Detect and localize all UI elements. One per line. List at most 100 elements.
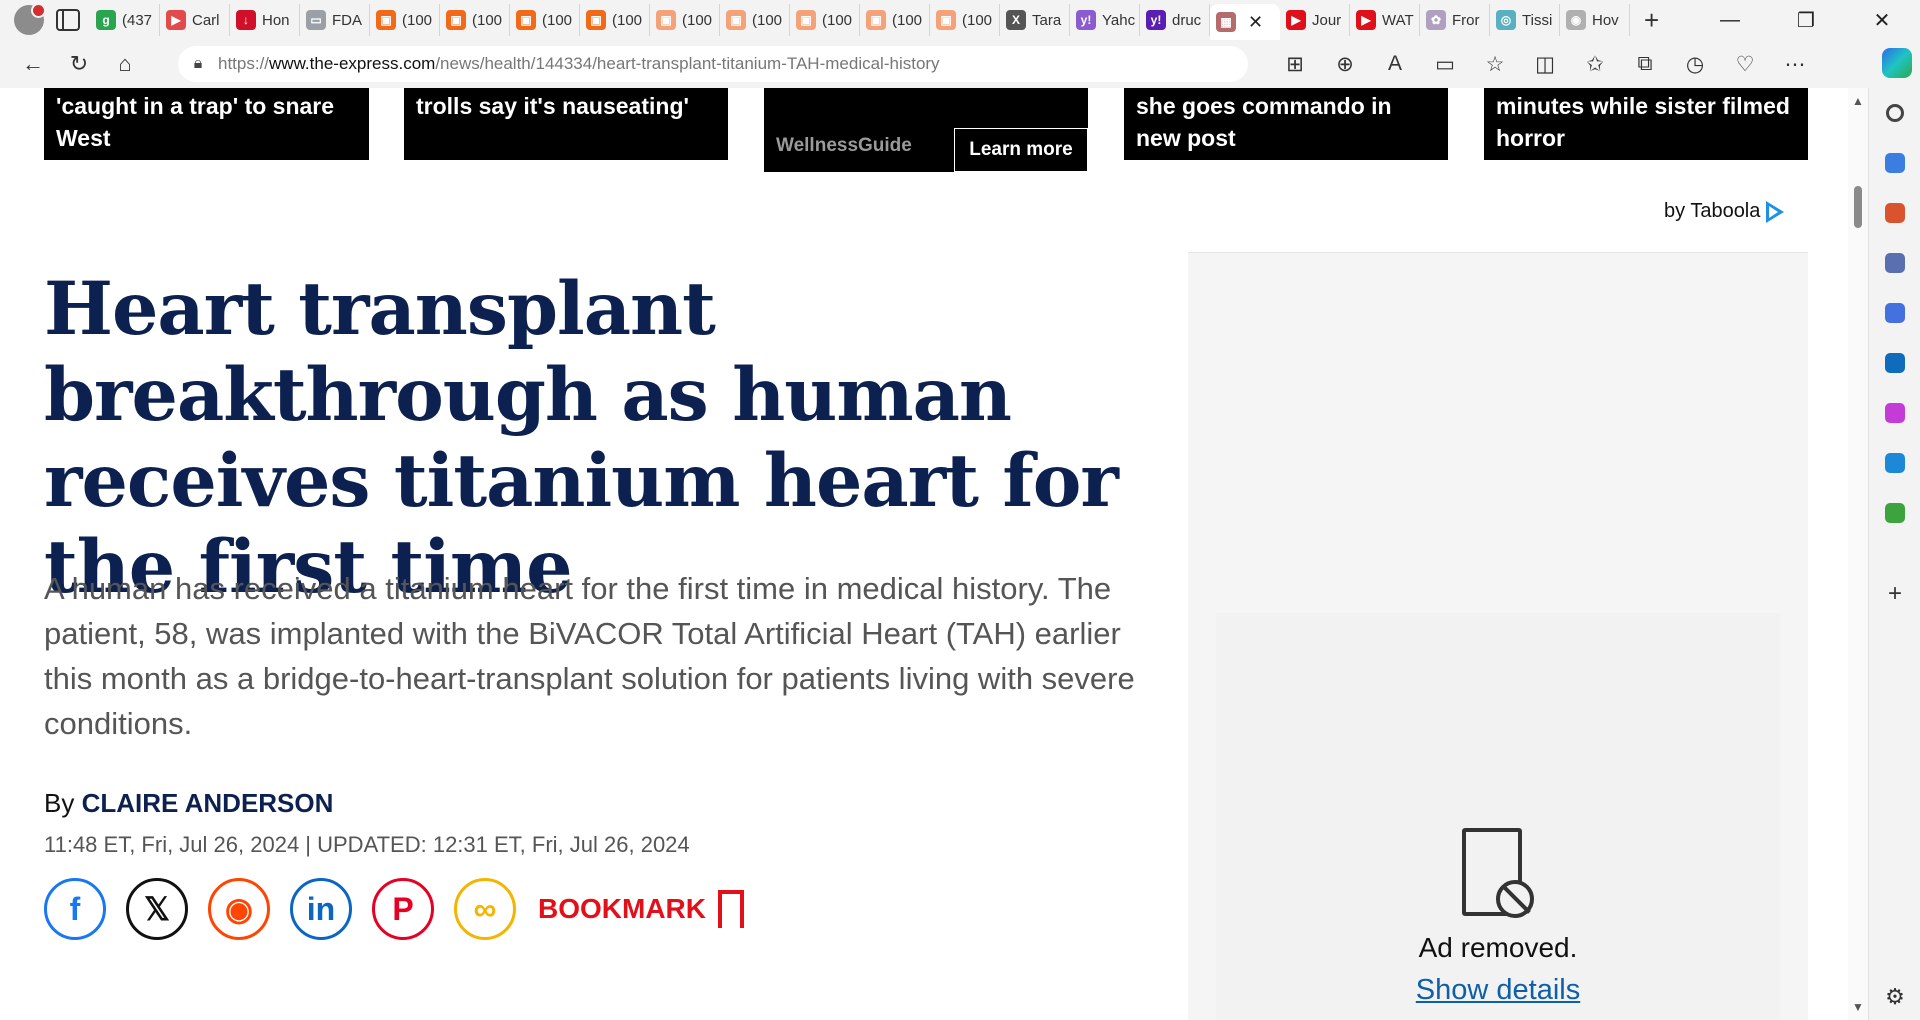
taboola-label[interactable]: by Taboola (1664, 200, 1760, 223)
tab-title[interactable]: FDA (332, 12, 362, 29)
promo-title[interactable]: 'caught in a trap' to snare West (56, 93, 334, 151)
promo-title[interactable]: trolls say it's nauseating' (416, 93, 689, 119)
browser-tab[interactable]: ▣ (100 (440, 4, 510, 36)
tab-title[interactable]: (100 (962, 12, 992, 29)
add-sidebar-app-icon[interactable]: + (1869, 580, 1920, 608)
taboola-attribution[interactable]: by Taboola (1664, 200, 1785, 223)
designer-icon[interactable] (1869, 388, 1920, 438)
telegram-icon[interactable] (1869, 438, 1920, 488)
tab-title[interactable]: druc (1172, 12, 1201, 29)
lock-icon[interactable]: 🔒︎ (178, 55, 218, 73)
tab-title[interactable]: Tissi (1522, 12, 1552, 29)
favorite-star-icon[interactable]: ☆ (1470, 52, 1520, 77)
tab-title[interactable]: WAT (1382, 12, 1414, 29)
pinterest-share-icon[interactable]: P (372, 878, 434, 940)
zoom-icon[interactable]: ⊕ (1320, 52, 1370, 77)
shopping-tag-icon[interactable] (1869, 138, 1920, 188)
browser-tab[interactable]: g (437 (90, 4, 160, 36)
profile-avatar[interactable] (14, 3, 46, 35)
search-icon[interactable] (1869, 88, 1920, 138)
tab-title[interactable]: Hov (1592, 12, 1619, 29)
tab-title[interactable]: (100 (822, 12, 852, 29)
favorites-icon[interactable]: ✩ (1570, 52, 1620, 77)
tab-actions-icon[interactable] (56, 9, 80, 31)
browser-tab[interactable]: ▣ (100 (930, 4, 1000, 36)
browser-tab[interactable]: ▣ (100 (580, 4, 650, 36)
toolbox-icon[interactable] (1869, 188, 1920, 238)
games-icon[interactable] (1869, 238, 1920, 288)
scroll-thumb[interactable] (1854, 186, 1862, 228)
split-screen-icon[interactable]: ◫ (1520, 52, 1570, 77)
copy-link-share-icon[interactable]: ∞ (454, 878, 516, 940)
taboola-logo-icon[interactable] (1766, 200, 1785, 223)
linkedin-share-icon[interactable]: in (290, 878, 352, 940)
page-scrollbar[interactable]: ▲ ▼ (1848, 88, 1868, 1020)
browser-tab[interactable]: ▶ WAT (1350, 4, 1420, 36)
browser-tab[interactable]: y! Yahc (1070, 4, 1140, 36)
read-aloud-icon[interactable]: A (1370, 52, 1420, 76)
tab-title[interactable]: Fror (1452, 12, 1480, 29)
facebook-share-icon[interactable]: f (44, 878, 106, 940)
bookmark-icon[interactable] (718, 890, 744, 939)
promo-card[interactable]: 'caught in a trap' to snare West (44, 88, 369, 160)
browser-tab[interactable]: ▣ (100 (790, 4, 860, 36)
tab-title[interactable]: (100 (472, 12, 502, 29)
browser-tab[interactable]: ◎ Tissi (1490, 4, 1560, 36)
tab-title[interactable]: (100 (892, 12, 922, 29)
browser-tab[interactable]: ▣ (100 (370, 4, 440, 36)
url-text[interactable]: https://www.the-express.com/news/health/… (218, 54, 940, 74)
browser-tab[interactable]: ↓ Hon (230, 4, 300, 36)
promo-title[interactable]: minutes while sister filmed horror (1496, 93, 1790, 151)
browser-tab[interactable]: X Tara (1000, 4, 1070, 36)
browser-tab[interactable]: ▣ (100 (510, 4, 580, 36)
copilot-icon[interactable] (1882, 48, 1912, 78)
tab-title[interactable]: Carl (192, 12, 220, 29)
history-icon[interactable]: ◷ (1670, 52, 1720, 77)
tab-title[interactable]: Tara (1032, 12, 1061, 29)
tree-icon[interactable] (1869, 488, 1920, 538)
tab-title[interactable]: (100 (612, 12, 642, 29)
tab-title[interactable]: Yahc (1102, 12, 1135, 29)
new-tab-button[interactable]: + (1644, 5, 1659, 36)
author-link[interactable]: CLAIRE ANDERSON (82, 788, 334, 818)
browser-tab[interactable]: ▭ FDA (300, 4, 370, 36)
tab-title[interactable]: (100 (752, 12, 782, 29)
address-bar[interactable]: 🔒︎ https://www.the-express.com/news/heal… (178, 46, 1248, 82)
promo-title[interactable]: she goes commando in new post (1136, 93, 1392, 151)
bookmark-label[interactable]: BOOKMARK (538, 893, 706, 925)
tab-title[interactable]: Hon (262, 12, 290, 29)
close-tab-icon[interactable]: ✕ (1248, 12, 1263, 33)
home-icon[interactable]: ⌂ (102, 41, 148, 87)
tab-title[interactable]: (100 (402, 12, 432, 29)
collections-icon[interactable]: ⧉ (1620, 52, 1670, 76)
back-icon[interactable]: ← (10, 41, 56, 87)
browser-tab[interactable]: ▶ Carl (160, 4, 230, 36)
sponsored-promo[interactable]: WellnessGuide Learn more (764, 88, 1088, 172)
tab-title[interactable]: Jour (1312, 12, 1341, 29)
tab-title[interactable]: (100 (542, 12, 572, 29)
browser-tab[interactable]: y! druc (1140, 4, 1210, 36)
browser-tab[interactable]: ▣ (100 (650, 4, 720, 36)
browser-tab[interactable]: ▶ Jour (1280, 4, 1350, 36)
close-window-icon[interactable]: ✕ (1844, 0, 1920, 40)
tab-title[interactable]: (437 (122, 12, 152, 29)
browser-tab[interactable]: ▣ (100 (720, 4, 790, 36)
performance-icon[interactable]: ♡ (1720, 52, 1770, 77)
scroll-up-icon[interactable]: ▲ (1852, 94, 1864, 108)
promo-card[interactable]: trolls say it's nauseating' (404, 88, 728, 160)
promo-card[interactable]: minutes while sister filmed horror (1484, 88, 1808, 160)
browser-tab[interactable]: ◉ Hov (1560, 4, 1630, 36)
outlook-icon[interactable] (1869, 338, 1920, 388)
immersive-reader-icon[interactable]: ▭ (1420, 52, 1470, 77)
promo-card[interactable]: she goes commando in new post (1124, 88, 1448, 160)
refresh-icon[interactable]: ↻ (56, 41, 102, 87)
scroll-down-icon[interactable]: ▼ (1852, 1000, 1864, 1014)
browser-tab[interactable]: ✿ Fror (1420, 4, 1490, 36)
active-tab[interactable]: ▦ ✕ (1210, 4, 1280, 40)
x-share-icon[interactable]: 𝕏 (126, 878, 188, 940)
tab-title[interactable]: (100 (682, 12, 712, 29)
minimize-icon[interactable]: — (1692, 0, 1768, 40)
settings-gear-icon[interactable]: ⚙ (1869, 984, 1920, 1010)
apps-icon[interactable]: ⊞ (1270, 52, 1320, 77)
reddit-share-icon[interactable]: ◉ (208, 878, 270, 940)
